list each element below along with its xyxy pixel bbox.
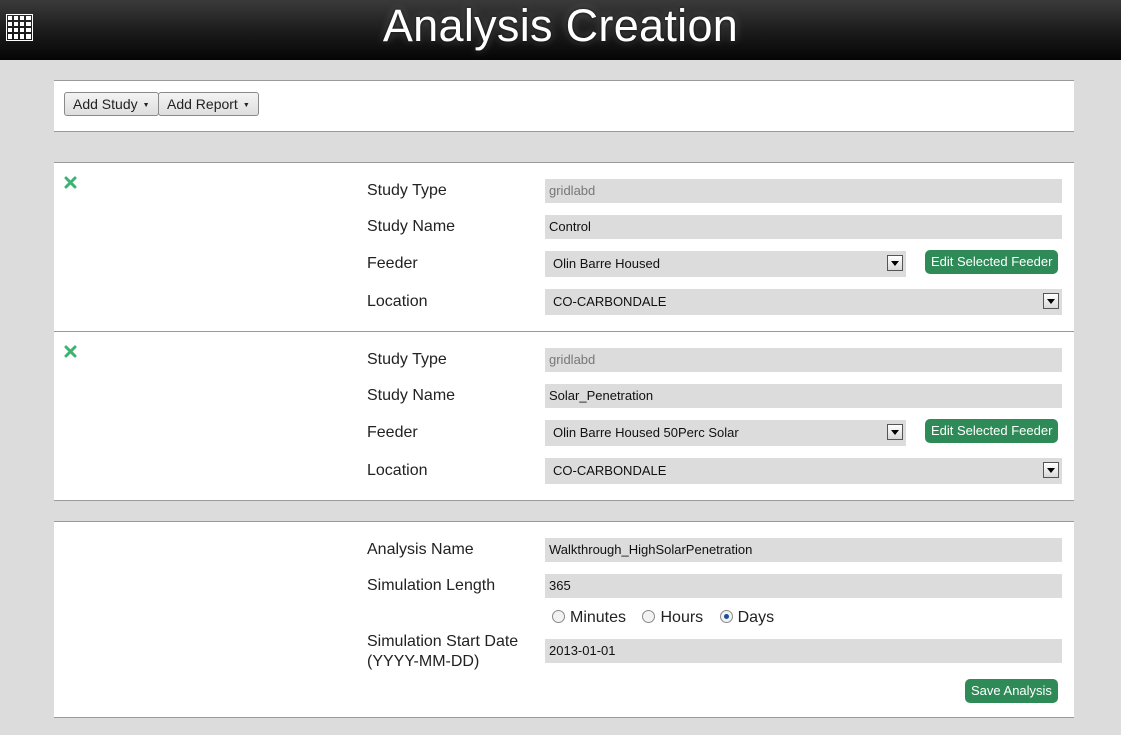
feeder-select[interactable]: Olin Barre Housed [545, 251, 906, 277]
location-select[interactable]: CO-CARBONDALE [545, 289, 1062, 315]
save-analysis-button[interactable]: Save Analysis [965, 679, 1058, 703]
caret-down-icon: ▼ [242, 102, 250, 109]
start-date-label-line1: Simulation Start Date [367, 633, 519, 650]
radio-label: Hours [660, 609, 704, 626]
study-type-label: Study Type [367, 182, 447, 199]
study-name-input[interactable]: Solar_Penetration [545, 384, 1062, 408]
feeder-select[interactable]: Olin Barre Housed 50Perc Solar [545, 420, 906, 446]
radio-button[interactable] [642, 610, 656, 623]
add-report-button[interactable]: Add Report ▼ [158, 92, 259, 116]
location-label: Location [367, 293, 428, 310]
simulation-length-label: Simulation Length [367, 577, 496, 594]
study-type-field: gridlabd [545, 179, 1062, 203]
analysis-name-label: Analysis Name [367, 541, 474, 558]
add-report-label: Add Report [167, 96, 238, 112]
start-date-input[interactable]: 2013-01-01 [545, 639, 1062, 663]
radio-label: Days [737, 609, 775, 626]
location-selected-value: CO-CARBONDALE [553, 463, 667, 478]
study-type-label: Study Type [367, 351, 447, 368]
radio-label: Minutes [570, 609, 627, 626]
location-select[interactable]: CO-CARBONDALE [545, 458, 1062, 484]
feeder-label: Feeder [367, 424, 418, 441]
app-header: Analysis Creation [0, 0, 1121, 60]
remove-study-icon[interactable] [64, 345, 77, 358]
start-date-label: Simulation Start Date (YYYY-MM-DD) [367, 632, 518, 672]
remove-study-icon[interactable] [64, 176, 77, 189]
study-type-field: gridlabd [545, 348, 1062, 372]
location-label: Location [367, 462, 428, 479]
feeder-selected-value: Olin Barre Housed 50Perc Solar [553, 425, 739, 440]
feeder-label: Feeder [367, 255, 418, 272]
length-unit-radio-group: Minutes Hours Days [552, 608, 786, 628]
study-card: Study Type gridlabd Study Name Solar_Pen… [54, 332, 1074, 500]
study-name-label: Study Name [367, 387, 456, 404]
toolbar-panel: Add Study ▼ Add Report ▼ [54, 80, 1074, 132]
edit-selected-feeder-button[interactable]: Edit Selected Feeder [925, 250, 1059, 274]
feeder-selected-value: Olin Barre Housed [553, 256, 660, 271]
radio-button-checked[interactable] [719, 610, 733, 623]
simulation-length-input[interactable]: 365 [545, 574, 1062, 598]
radio-button[interactable] [552, 610, 565, 623]
start-date-label-line2: (YYYY-MM-DD) [367, 653, 480, 670]
analysis-panel: Analysis Name Walkthrough_HighSolarPenet… [54, 521, 1074, 718]
location-selected-value: CO-CARBONDALE [553, 294, 667, 309]
edit-selected-feeder-button[interactable]: Edit Selected Feeder [925, 419, 1059, 443]
analysis-name-input[interactable]: Walkthrough_HighSolarPenetration [545, 538, 1062, 562]
add-study-label: Add Study [73, 96, 138, 112]
add-study-button[interactable]: Add Study ▼ [64, 92, 159, 116]
dropdown-arrow-icon [1043, 293, 1059, 309]
caret-down-icon: ▼ [142, 102, 150, 109]
radio-option-minutes[interactable]: Minutes [552, 608, 626, 628]
study-name-label: Study Name [367, 218, 456, 235]
studies-panel: Study Type gridlabd Study Name Control F… [54, 162, 1074, 501]
radio-option-days[interactable]: Days [719, 608, 775, 628]
study-card: Study Type gridlabd Study Name Control F… [54, 163, 1074, 331]
radio-option-hours[interactable]: Hours [642, 608, 703, 628]
page-title: Analysis Creation [382, 0, 739, 51]
study-name-input[interactable]: Control [545, 215, 1062, 239]
dropdown-arrow-icon [1043, 462, 1059, 478]
dropdown-arrow-icon [887, 424, 903, 440]
dropdown-arrow-icon [887, 255, 903, 271]
